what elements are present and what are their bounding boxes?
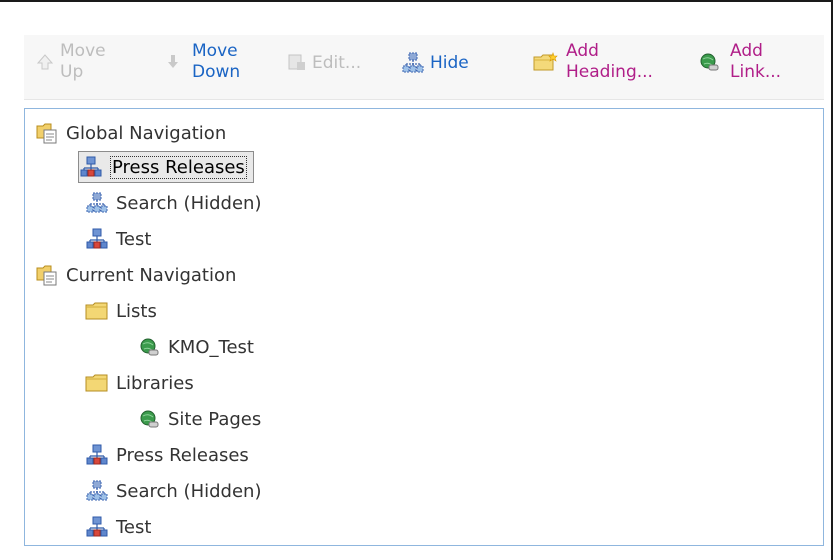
tree-heading-libraries[interactable]: Libraries	[85, 367, 194, 399]
tree-item-global-test[interactable]: Test	[85, 223, 151, 255]
add-link-label: Add Link...	[730, 41, 782, 82]
move-up-button[interactable]: Move Up	[34, 41, 106, 83]
edit-button[interactable]: Edit...	[286, 52, 361, 74]
add-link-globe-icon	[698, 51, 720, 73]
tree-label: Lists	[116, 300, 157, 322]
tree-label: Search (Hidden)	[116, 480, 262, 502]
add-heading-label: Add Heading...	[566, 41, 653, 82]
move-up-label: Move Up	[60, 41, 106, 82]
folder-icon	[85, 371, 109, 395]
move-up-icon	[34, 51, 56, 73]
tree-node-global-navigation[interactable]: Global Navigation	[35, 117, 226, 149]
sitemap-icon	[85, 227, 109, 251]
move-down-button[interactable]: Move Down	[162, 41, 240, 83]
navigation-folder-icon	[35, 121, 59, 145]
tree-label: Press Releases	[116, 444, 249, 466]
tree-heading-lists[interactable]: Lists	[85, 295, 157, 327]
tree-label: Libraries	[116, 372, 194, 394]
tree-label: Press Releases	[110, 155, 247, 179]
tree-label: Current Navigation	[66, 264, 237, 286]
link-globe-icon	[137, 335, 161, 359]
navigation-tree: Global Navigation Press Releases Search	[24, 108, 824, 546]
hide-sitemap-icon	[402, 52, 424, 74]
tree-label: KMO_Test	[168, 336, 254, 358]
tree-label: Global Navigation	[66, 122, 227, 144]
window-top-border	[0, 0, 833, 2]
tree-item-global-press-releases[interactable]: Press Releases	[78, 151, 254, 183]
sitemap-icon	[85, 443, 109, 467]
add-heading-button[interactable]: Add Heading...	[532, 41, 653, 83]
tree-label: Search (Hidden)	[116, 192, 262, 214]
edit-icon	[286, 52, 308, 74]
tree-node-current-navigation[interactable]: Current Navigation	[35, 259, 236, 291]
hide-button[interactable]: Hide	[402, 52, 469, 74]
hide-label: Hide	[430, 52, 469, 73]
tree-item-global-search-hidden[interactable]: Search (Hidden)	[85, 187, 261, 219]
navigation-toolbar: Move Up Move Down Edit... Hide Add Headi…	[24, 35, 824, 100]
hidden-sitemap-icon	[85, 191, 109, 215]
move-down-label: Move Down	[192, 41, 241, 82]
link-globe-icon	[137, 407, 161, 431]
tree-item-current-search-hidden[interactable]: Search (Hidden)	[85, 475, 261, 507]
tree-label: Site Pages	[168, 408, 262, 430]
add-heading-folder-icon	[532, 51, 560, 73]
tree-item-current-test[interactable]: Test	[85, 511, 151, 543]
navigation-folder-icon	[35, 263, 59, 287]
tree-label: Test	[116, 516, 152, 538]
folder-icon	[85, 299, 109, 323]
tree-label: Test	[116, 228, 152, 250]
tree-link-kmo-test[interactable]: KMO_Test	[137, 331, 254, 363]
hidden-sitemap-icon	[85, 479, 109, 503]
move-down-icon	[162, 51, 184, 73]
add-link-button[interactable]: Add Link...	[698, 41, 781, 83]
edit-label: Edit...	[312, 52, 362, 73]
sitemap-icon	[79, 155, 103, 179]
tree-item-current-press-releases[interactable]: Press Releases	[85, 439, 249, 471]
tree-link-site-pages[interactable]: Site Pages	[137, 403, 261, 435]
sitemap-icon	[85, 515, 109, 539]
